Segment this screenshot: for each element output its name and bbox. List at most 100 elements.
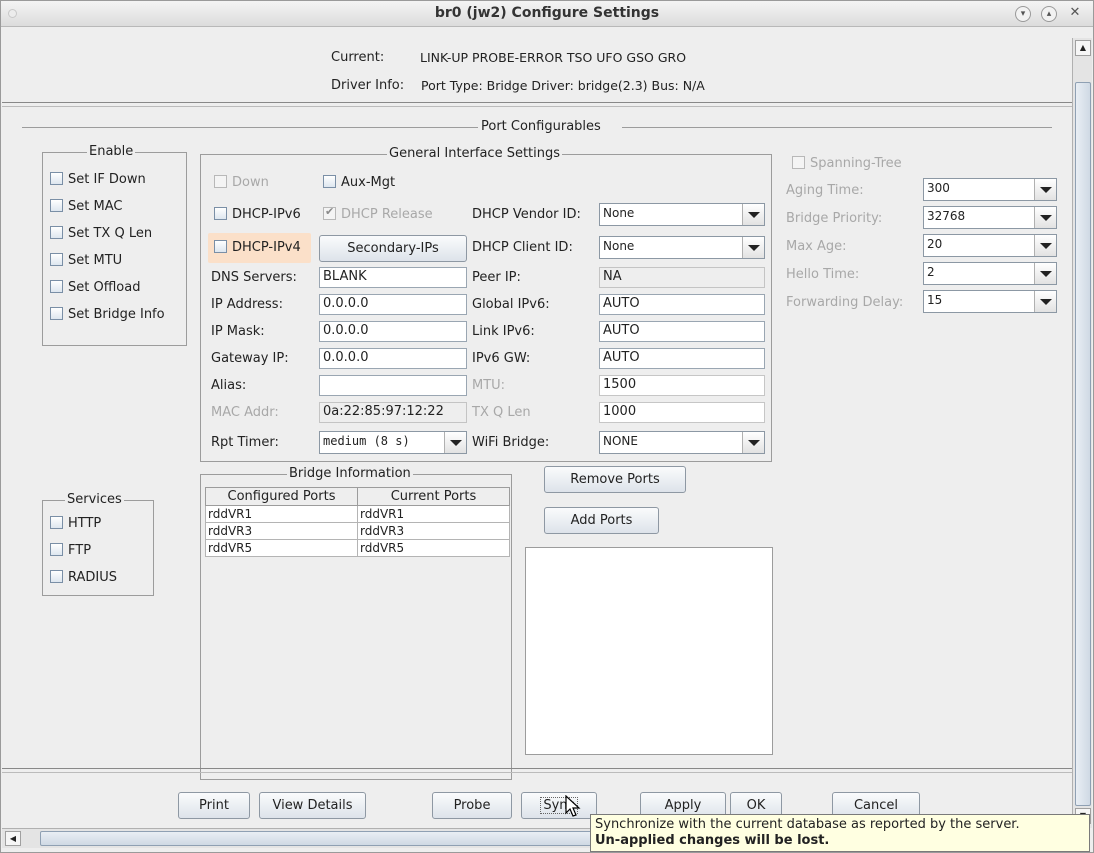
wifi-bridge-select[interactable]: NONE xyxy=(599,431,765,454)
max-age-value: 20 xyxy=(927,237,943,251)
checkmark-icon[interactable] xyxy=(323,205,336,220)
chevron-down-icon[interactable] xyxy=(1034,263,1056,284)
add-ports-button[interactable]: Add Ports xyxy=(544,507,659,534)
set-txqlen-checkbox[interactable]: Set TX Q Len xyxy=(50,226,152,241)
max-age-label: Max Age: xyxy=(786,239,847,254)
chevron-down-icon[interactable] xyxy=(742,237,764,258)
vertical-scrollbar[interactable]: ▲ ▼ xyxy=(1072,38,1092,828)
probe-button[interactable]: Probe xyxy=(432,792,512,819)
table-row[interactable]: rddVR5 rddVR5 xyxy=(205,539,510,557)
set-offload-checkbox[interactable]: Set Offload xyxy=(50,280,140,295)
checkbox-icon[interactable] xyxy=(214,240,227,253)
peer-ip-field[interactable]: NA xyxy=(599,267,765,288)
set-if-down-checkbox[interactable]: Set IF Down xyxy=(50,172,146,187)
txq-len-field[interactable]: 1000 xyxy=(599,402,765,423)
ok-label: OK xyxy=(746,798,766,813)
forwarding-delay-select[interactable]: 15 xyxy=(923,290,1057,313)
set-mac-checkbox[interactable]: Set MAC xyxy=(50,199,122,214)
configured-ports-header[interactable]: Configured Ports xyxy=(205,487,358,506)
configured-port-cell[interactable]: rddVR5 xyxy=(205,539,358,557)
spanning-tree-checkbox[interactable]: Spanning-Tree xyxy=(792,156,902,171)
checkbox-icon[interactable] xyxy=(323,175,336,188)
secondary-ips-button[interactable]: Secondary-IPs xyxy=(319,235,467,262)
max-age-select[interactable]: 20 xyxy=(923,234,1057,257)
remove-ports-button[interactable]: Remove Ports xyxy=(544,466,686,493)
ipv6-gw-field[interactable]: AUTO xyxy=(599,348,765,369)
hello-time-select[interactable]: 2 xyxy=(923,262,1057,285)
scroll-up-icon[interactable]: ▲ xyxy=(1075,40,1091,56)
checkbox-icon[interactable] xyxy=(50,307,63,320)
table-row[interactable]: rddVR3 rddVR3 xyxy=(205,522,510,540)
down-label: Down xyxy=(232,175,269,190)
checkbox-icon[interactable] xyxy=(50,280,63,293)
table-row[interactable]: rddVR1 rddVR1 xyxy=(205,505,510,523)
mtu-label: MTU: xyxy=(472,378,506,393)
view-details-button[interactable]: View Details xyxy=(259,792,366,819)
rpt-timer-label: Rpt Timer: xyxy=(211,435,279,450)
aging-time-select[interactable]: 300 xyxy=(923,178,1057,201)
current-port-cell[interactable]: rddVR5 xyxy=(357,539,510,557)
checkbox-icon[interactable] xyxy=(214,175,227,188)
chevron-down-icon[interactable] xyxy=(1034,179,1056,200)
checkbox-icon[interactable] xyxy=(50,226,63,239)
ftp-checkbox[interactable]: FTP xyxy=(50,543,91,558)
chevron-down-icon[interactable] xyxy=(742,204,764,225)
ip-address-field[interactable]: 0.0.0.0 xyxy=(319,294,467,315)
alias-field[interactable] xyxy=(319,375,467,396)
maximize-icon[interactable]: ▴ xyxy=(1041,6,1057,22)
mac-addr-field[interactable]: 0a:22:85:97:12:22 xyxy=(319,402,467,423)
dhcp-vendor-select[interactable]: None xyxy=(599,203,765,226)
dhcp-client-value: None xyxy=(603,239,635,253)
configured-port-cell[interactable]: rddVR3 xyxy=(205,522,358,540)
chevron-down-icon[interactable] xyxy=(1034,235,1056,256)
dhcp-release-checkbox[interactable]: DHCP Release xyxy=(323,205,433,222)
link-ipv6-field[interactable]: AUTO xyxy=(599,321,765,342)
port-list-box[interactable] xyxy=(525,547,773,755)
configured-port-cell[interactable]: rddVR1 xyxy=(205,505,358,523)
checkbox-icon[interactable] xyxy=(50,570,63,583)
http-checkbox[interactable]: HTTP xyxy=(50,516,101,531)
current-port-cell[interactable]: rddVR3 xyxy=(357,522,510,540)
chevron-down-icon[interactable] xyxy=(444,432,466,453)
checkbox-icon[interactable] xyxy=(792,156,805,169)
radius-checkbox[interactable]: RADIUS xyxy=(50,570,117,585)
checkbox-icon[interactable] xyxy=(50,543,63,556)
global-ipv6-field[interactable]: AUTO xyxy=(599,294,765,315)
bridge-priority-select[interactable]: 32768 xyxy=(923,206,1057,229)
checkbox-icon[interactable] xyxy=(50,253,63,266)
set-bridge-info-checkbox[interactable]: Set Bridge Info xyxy=(50,307,165,322)
dhcp-ipv6-label: DHCP-IPv6 xyxy=(232,207,301,222)
checkbox-icon[interactable] xyxy=(214,207,227,220)
rpt-timer-select[interactable]: medium (8 s) xyxy=(319,431,467,454)
cancel-label: Cancel xyxy=(853,798,899,813)
chevron-down-icon[interactable] xyxy=(742,432,764,453)
checkbox-icon[interactable] xyxy=(50,516,63,529)
checkbox-icon[interactable] xyxy=(50,199,63,212)
current-port-cell[interactable]: rddVR1 xyxy=(357,505,510,523)
dns-servers-field[interactable]: BLANK xyxy=(319,267,467,288)
dhcp-ipv6-checkbox[interactable]: DHCP-IPv6 xyxy=(214,207,301,222)
scroll-left-icon[interactable]: ◀ xyxy=(5,831,21,846)
gateway-ip-field[interactable]: 0.0.0.0 xyxy=(319,348,467,369)
title-bar[interactable]: br0 (jw2) Configure Settings ▾ ▴ ✕ xyxy=(1,1,1093,27)
probe-label: Probe xyxy=(453,798,491,813)
print-button[interactable]: Print xyxy=(178,792,250,819)
spanning-tree-label: Spanning-Tree xyxy=(810,156,902,171)
down-checkbox[interactable]: Down xyxy=(214,175,269,190)
chevron-down-icon[interactable] xyxy=(1034,207,1056,228)
sync-button[interactable]: Sync xyxy=(521,792,597,819)
ip-mask-field[interactable]: 0.0.0.0 xyxy=(319,321,467,342)
minimize-icon[interactable]: ▾ xyxy=(1015,6,1031,22)
section-title: Port Configurables xyxy=(481,119,601,134)
current-ports-header[interactable]: Current Ports xyxy=(357,487,510,506)
close-icon[interactable]: ✕ xyxy=(1067,6,1083,22)
set-mtu-checkbox[interactable]: Set MTU xyxy=(50,253,122,268)
dhcp-ipv4-checkbox[interactable]: DHCP-IPv4 xyxy=(214,240,301,255)
mtu-field[interactable]: 1500 xyxy=(599,375,765,396)
dhcp-client-select[interactable]: None xyxy=(599,236,765,259)
sync-tooltip: Synchronize with the current database as… xyxy=(590,814,1090,852)
checkbox-icon[interactable] xyxy=(50,172,63,185)
chevron-down-icon[interactable] xyxy=(1034,291,1056,312)
vertical-scroll-thumb[interactable] xyxy=(1075,82,1091,806)
aux-mgt-checkbox[interactable]: Aux-Mgt xyxy=(323,175,395,190)
